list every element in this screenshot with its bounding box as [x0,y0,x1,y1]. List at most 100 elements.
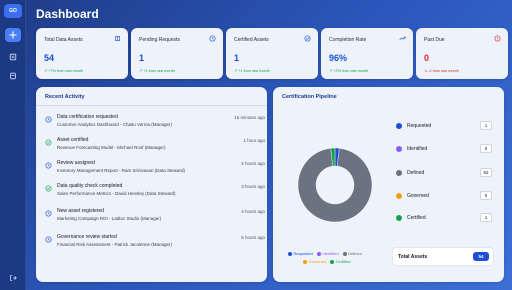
stage-row-identified[interactable]: Identified 0 [396,144,492,155]
stage-row-defined[interactable]: Defined 52 [396,168,492,179]
stat-value: 1 [234,53,240,63]
stat-label: Past Due [424,37,445,43]
activity-item[interactable]: Review assigned Inventory Management Rep… [45,160,265,180]
stage-row-certified[interactable]: Certified 1 [396,213,492,224]
legend-dot [303,259,307,264]
activity-time: 4 hours ago [241,209,265,214]
activity-detail: Financial Risk Assessment - Patrick Jaco… [57,242,173,247]
legend-dot [288,251,292,256]
stat-label: Certified Assets [234,37,269,43]
stage-count: 52 [480,168,492,177]
stat-label: Pending Requests [139,37,180,43]
database-nav-button[interactable] [5,69,21,83]
chart-legend-row-1: Requested Identified Defined [288,251,362,256]
activity-time: 3 hours ago [241,184,265,189]
activity-title: Asset certified [57,137,89,143]
total-assets-label: Total Assets [398,254,428,260]
stage-count: 1 [480,121,492,130]
stage-dot [396,146,402,152]
stat-label: Total Data Assets [44,37,83,43]
add-nav-button[interactable] [5,28,21,42]
legend-label: Identified [322,251,339,256]
book-icon [115,36,120,41]
clock-icon [45,210,52,217]
panel-divider [36,105,267,106]
activity-title: Review assigned [57,160,95,166]
activity-title: Governance review started [57,234,117,240]
activity-item[interactable]: New asset registered Marketing Campaign … [45,208,265,228]
legend-dot [330,259,335,264]
app-logo[interactable]: GO [4,4,22,18]
recent-activity-panel: Recent Activity Data certification reque… [36,87,267,282]
stat-card-pending-requests[interactable]: Pending Requests 1 ↗ +1 from last month [131,28,223,79]
activity-time: 1 hour ago [243,138,265,143]
stat-card-completion-rate[interactable]: Completion Rate 96% ↗ +2% from last mont… [321,28,413,79]
app-logo-text: GO [9,8,17,14]
stage-dot [396,123,402,129]
activity-item[interactable]: Data certification requested Customer An… [45,114,265,134]
activity-time: 5 hours ago [241,235,265,240]
legend-dot [342,251,347,256]
legend-label: Governed [308,259,327,264]
activity-title: New asset registered [57,208,104,214]
legend-label: Requested [293,251,313,256]
sidebar-rail: GO [0,0,26,290]
activity-detail: Customer Analytics Dashboard - Chaitu Ve… [57,122,173,127]
stage-label: Governed [407,193,429,199]
total-assets-summary: Total Assets 54 [392,247,494,266]
clock-icon [209,35,216,42]
activity-item[interactable]: Data quality check completed Sales Perfo… [45,183,265,203]
stage-count: 0 [480,191,492,200]
stage-label: Defined [407,170,425,176]
stat-card-past-due[interactable]: Past Due 0 ↘ -2 from last month [416,28,508,79]
check-circle-icon [45,139,52,146]
stat-value: 1 [139,53,145,63]
stat-card-certified-assets[interactable]: Certified Assets 1 ↗ +1 from last month [226,28,318,79]
stat-trend: ↗ +1 from last month [139,69,175,73]
stat-trend: ↘ -2 from last month [424,69,459,73]
clock-icon [45,116,52,123]
stat-trend: ↗ +1 from last month [234,69,270,73]
stage-label: Certified [407,215,426,221]
stage-row-governed[interactable]: Governed 0 [396,191,492,202]
logout-button[interactable] [5,271,21,285]
stat-value: 54 [44,53,55,63]
activity-title: Data quality check completed [57,183,123,189]
recent-activity-title: Recent Activity [45,94,85,100]
activity-detail: Inventory Management Report - Ram Sriniv… [57,168,186,173]
trending-up-icon [399,36,406,41]
stage-dot [396,193,402,199]
stage-row-requested[interactable]: Requested 1 [396,121,492,132]
list-nav-button[interactable] [5,50,21,64]
stat-value: 96% [329,53,348,63]
stat-value: 0 [424,53,430,63]
plus-icon [9,31,17,39]
stat-trend: ↗ +2% from last month [329,69,369,73]
pipeline-donut-chart [297,147,373,223]
legend-label: Defined [348,251,362,256]
clock-icon [45,236,52,243]
stat-card-total-assets[interactable]: Total Data Assets 54 ↗ +7% from last mon… [36,28,128,79]
stage-dot [396,215,402,221]
legend-dot [316,251,321,256]
activity-item[interactable]: Governance review started Financial Risk… [45,234,265,254]
logout-icon [10,275,17,281]
stage-count: 0 [480,144,492,153]
stage-count: 1 [480,213,492,222]
stat-label: Completion Rate [329,37,367,43]
page-title: Dashboard [36,7,99,21]
activity-time: 2 hours ago [241,161,265,166]
check-circle-icon [304,35,311,42]
list-icon [9,53,17,61]
stage-label: Requested [407,123,432,129]
activity-detail: Sales Performance Metrics - David Hensle… [57,191,176,196]
activity-detail: Marketing Campaign ROI - Ladtoc Studio (… [57,216,162,221]
activity-item[interactable]: Asset certified Revenue Forecasting Mode… [45,137,265,157]
pipeline-title: Certification Pipeline [282,94,337,100]
activity-time: 15 minutes ago [234,115,265,120]
chart-legend-row-2: Governed Certified [303,259,350,264]
clock-icon [45,162,52,169]
database-icon [10,72,16,80]
stage-label: Identified [407,146,428,152]
activity-detail: Revenue Forecasting Model - Michael Roof… [57,145,166,150]
